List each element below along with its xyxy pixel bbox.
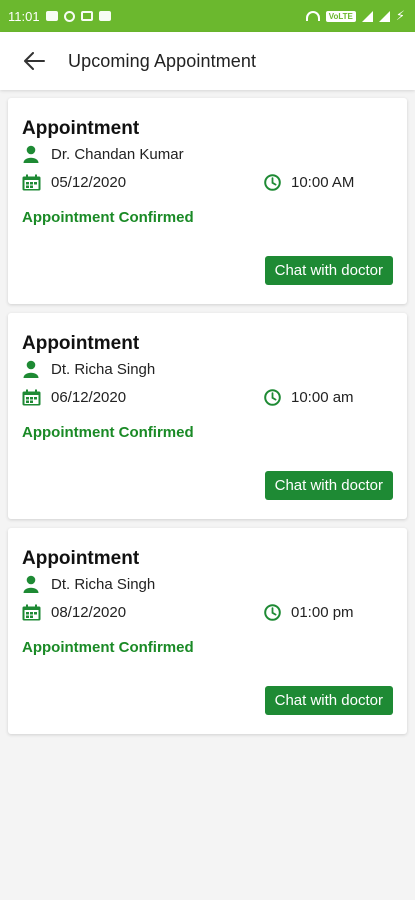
data-saver-icon <box>63 10 75 22</box>
calendar-icon <box>22 604 41 621</box>
appointment-date: 05/12/2020 <box>51 174 127 191</box>
doctor-name: Dr. Chandan Kumar <box>51 145 184 163</box>
time-row: 10:00 AM <box>264 174 354 191</box>
appointment-card: Appointment Dt. Richa Singh 06/12/2020 1… <box>8 313 407 519</box>
chat-with-doctor-button[interactable]: Chat with doctor <box>264 686 393 715</box>
image-icon <box>98 11 111 21</box>
doctor-person-icon <box>23 360 39 378</box>
appointment-date: 08/12/2020 <box>51 604 127 621</box>
volte-badge: VoLTE <box>325 10 356 22</box>
chat-with-doctor-button[interactable]: Chat with doctor <box>264 256 393 285</box>
back-arrow-icon <box>24 52 45 70</box>
appointment-time: 10:00 am <box>291 389 354 406</box>
calendar-icon <box>22 389 41 406</box>
appointment-card: Appointment Dt. Richa Singh 08/12/2020 0… <box>8 528 407 734</box>
doctor-person-icon <box>23 575 39 593</box>
status-text: Appointment Confirmed <box>22 424 194 441</box>
doctor-row: Dt. Richa Singh <box>23 360 155 378</box>
appointment-card: Appointment Dr. Chandan Kumar 05/12/2020… <box>8 98 407 304</box>
appointment-time: 01:00 pm <box>291 604 354 621</box>
doctor-row: Dt. Richa Singh <box>23 575 155 593</box>
mail-icon <box>45 11 58 21</box>
page-title: Upcoming Appointment <box>68 50 257 71</box>
calendar-icon <box>22 174 41 191</box>
date-row: 08/12/2020 <box>22 604 126 621</box>
chat-with-doctor-button[interactable]: Chat with doctor <box>264 471 393 500</box>
card-title: Appointment <box>22 548 140 569</box>
signal-icon <box>361 10 373 22</box>
battery-charging-icon: ⚡ <box>395 8 405 23</box>
time-row: 01:00 pm <box>264 604 354 621</box>
doctor-name: Dt. Richa Singh <box>51 360 156 378</box>
clock-icon <box>264 389 281 406</box>
status-text: Appointment Confirmed <box>22 209 194 226</box>
signal-icon-2 <box>378 10 390 22</box>
appointment-list: Appointment Dr. Chandan Kumar 05/12/2020… <box>0 90 415 734</box>
date-row: 05/12/2020 <box>22 174 126 191</box>
doctor-person-icon <box>23 145 39 163</box>
time-row: 10:00 am <box>264 389 354 406</box>
clock-icon <box>264 174 281 191</box>
clock-icon <box>264 604 281 621</box>
status-time: 11:01 <box>8 8 40 24</box>
doctor-row: Dr. Chandan Kumar <box>23 145 184 163</box>
status-bar: 11:01 VoLTE ⚡ <box>0 0 415 32</box>
appointment-time: 10:00 AM <box>291 174 355 191</box>
app-bar: Upcoming Appointment <box>0 32 415 90</box>
back-button[interactable] <box>4 32 64 90</box>
date-row: 06/12/2020 <box>22 389 126 406</box>
screen-icon <box>80 11 93 21</box>
doctor-name: Dt. Richa Singh <box>51 575 156 593</box>
appointment-date: 06/12/2020 <box>51 389 127 406</box>
status-text: Appointment Confirmed <box>22 639 194 656</box>
card-title: Appointment <box>22 333 140 354</box>
card-title: Appointment <box>22 118 140 139</box>
hotspot-icon <box>305 11 320 21</box>
